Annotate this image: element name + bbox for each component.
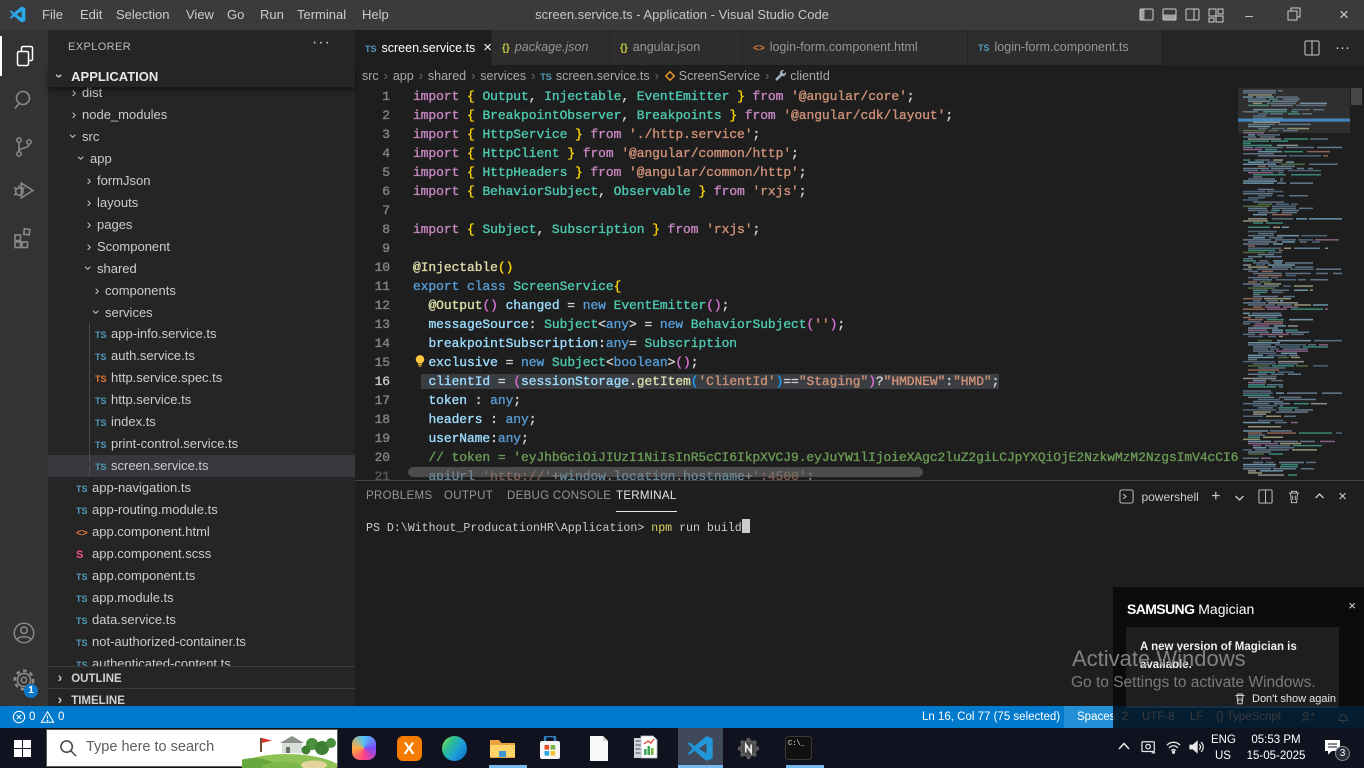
svg-text:C:\_: C:\_ (788, 740, 806, 748)
